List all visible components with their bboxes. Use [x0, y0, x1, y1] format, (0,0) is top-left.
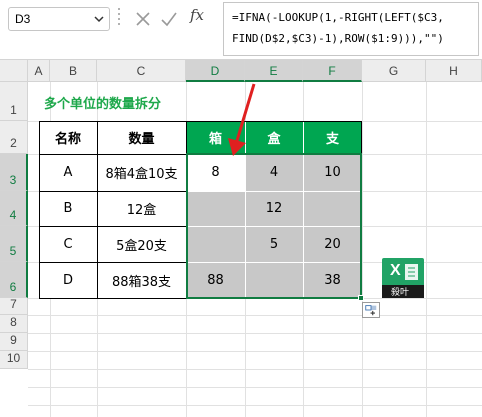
table-border: [39, 121, 40, 299]
table-row-name[interactable]: A: [39, 154, 97, 191]
table-row-name[interactable]: B: [39, 191, 97, 226]
sheet-title[interactable]: 多个单位的数量拆分: [44, 93, 161, 112]
gridline: [28, 315, 482, 316]
table-row-name[interactable]: C: [39, 226, 97, 262]
table-border: [39, 262, 186, 263]
logo-badge: X 殺叶: [382, 258, 424, 298]
red-arrow-icon: [228, 83, 256, 156]
x-icon[interactable]: [134, 10, 152, 28]
cell-divider: [186, 262, 362, 263]
header-zhi-cell[interactable]: 支: [303, 121, 362, 154]
table-row-qty[interactable]: 88箱38支: [97, 262, 186, 298]
cell-divider: [186, 191, 362, 192]
separator-dots: [118, 8, 120, 30]
table-row-zhi[interactable]: 20: [303, 226, 362, 262]
formula-line-1: =IFNA(-LOOKUP(1,-RIGHT(LEFT($C3,: [232, 11, 444, 24]
row-header-7[interactable]: 7: [0, 297, 28, 315]
row-header-10[interactable]: 10: [0, 351, 28, 369]
table-row-xiang[interactable]: [186, 226, 245, 262]
table-row-zhi[interactable]: [303, 191, 362, 226]
table-row-xiang[interactable]: [186, 191, 245, 226]
table-border: [39, 154, 186, 155]
gridline: [362, 82, 363, 417]
quick-analysis-icon[interactable]: [362, 302, 380, 318]
table-row-zhi[interactable]: 38: [303, 262, 362, 298]
table-row-name[interactable]: D: [39, 262, 97, 298]
table-border: [39, 226, 186, 227]
row-header-9[interactable]: 9: [0, 333, 28, 351]
column-header-a[interactable]: A: [28, 60, 50, 82]
gridline: [426, 82, 427, 417]
row-header-6[interactable]: 6: [0, 262, 28, 298]
gridline: [28, 333, 482, 334]
column-header-f[interactable]: F: [303, 60, 362, 82]
table-border: [361, 121, 362, 154]
table-border: [39, 121, 362, 122]
chevron-down-icon[interactable]: [93, 13, 105, 25]
header-qty-cell[interactable]: 数量: [97, 121, 186, 154]
table-row-he[interactable]: 12: [245, 191, 303, 226]
check-icon[interactable]: [160, 10, 178, 28]
table-border: [39, 298, 186, 299]
name-box[interactable]: D3: [8, 7, 110, 31]
column-header-b[interactable]: B: [50, 60, 97, 82]
column-header-d[interactable]: D: [186, 60, 245, 82]
formula-input[interactable]: =IFNA(-LOOKUP(1,-RIGHT(LEFT($C3, FIND(D$2…: [223, 2, 479, 56]
table-row-qty[interactable]: 12盒: [97, 191, 186, 226]
table-row-qty[interactable]: 8箱4盒10支: [97, 154, 186, 191]
cell-divider: [186, 226, 362, 227]
formula-bar: D3 fx =IFNA(-LOOKUP(1,-RIGHT(LEFT($C3, FI…: [0, 0, 482, 60]
gridline: [28, 351, 482, 352]
table-row-qty[interactable]: 5盒20支: [97, 226, 186, 262]
table-border: [97, 121, 98, 299]
logo-text: 殺叶: [391, 288, 410, 298]
header-name-cell[interactable]: 名称: [39, 121, 97, 154]
table-row-he[interactable]: 5: [245, 226, 303, 262]
header-divider: [303, 122, 304, 154]
fx-icon[interactable]: fx: [190, 6, 204, 24]
row-header-3[interactable]: 3: [0, 154, 28, 191]
column-header-e[interactable]: E: [245, 60, 303, 82]
column-header-h[interactable]: H: [426, 60, 482, 82]
column-header-g[interactable]: G: [362, 60, 426, 82]
name-box-value: D3: [15, 12, 31, 26]
row-header-2[interactable]: 2: [0, 121, 28, 154]
table-row-zhi[interactable]: 10: [303, 154, 362, 191]
select-all-corner[interactable]: [0, 60, 28, 82]
table-row-he[interactable]: [245, 262, 303, 298]
row-header-5[interactable]: 5: [0, 226, 28, 262]
formula-line-2: FIND(D$2,$C3)-1),ROW($1:9))),""): [232, 32, 444, 45]
row-header-4[interactable]: 4: [0, 191, 28, 226]
column-header-c[interactable]: C: [97, 60, 186, 82]
table-row-xiang[interactable]: 88: [186, 262, 245, 298]
gridline: [28, 369, 482, 370]
table-border: [186, 121, 187, 154]
gridline: [28, 405, 482, 406]
logo-letter: X: [390, 262, 401, 279]
row-header-8[interactable]: 8: [0, 315, 28, 333]
gridline: [28, 387, 482, 388]
row-header-1[interactable]: 1: [0, 82, 28, 121]
table-border: [39, 191, 186, 192]
fill-handle[interactable]: [358, 295, 364, 301]
